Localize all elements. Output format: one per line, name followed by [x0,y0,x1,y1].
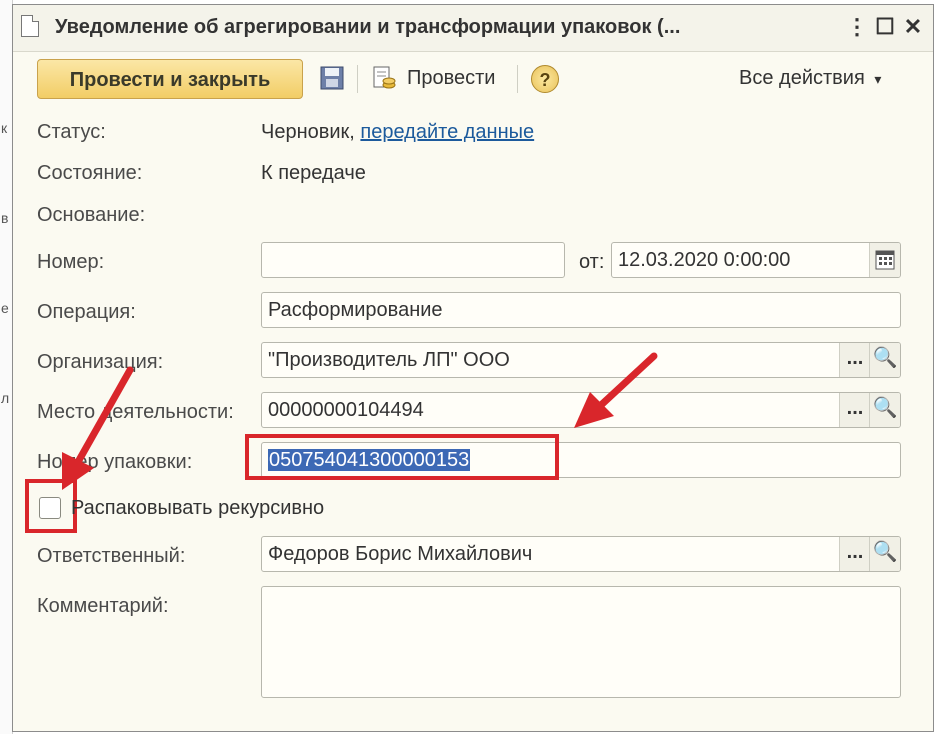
place-value: 00000000104494 [268,399,424,421]
save-icon[interactable] [319,65,345,91]
highlight-box [245,434,559,480]
responsible-choose-button[interactable]: ... [839,537,870,571]
strip-glyph: е [1,300,9,316]
organization-label: Организация: [37,351,164,373]
organization-value: "Производитель ЛП" ООО [268,349,510,371]
organization-choose-button[interactable]: ... [839,343,870,377]
maximize-button[interactable]: ☐ [871,13,899,41]
strip-glyph: л [1,390,10,406]
window-title: Уведомление об агрегировании и трансформ… [55,16,681,38]
number-label: Номер: [37,251,105,273]
search-icon[interactable]: 🔍 [869,393,900,427]
place-label: Место деятельности: [37,401,234,423]
unpack-recursive-label: Распаковывать рекурсивно [71,497,325,519]
window-menu-button[interactable]: ⋮ [843,13,871,41]
search-icon[interactable]: 🔍 [869,537,900,571]
number-field[interactable] [261,242,565,278]
command-bar: Провести и закрыть Провести ? Все действ… [13,51,933,107]
date-value: 12.03.2020 0:00:00 [618,249,791,271]
place-field[interactable]: 00000000104494 ... 🔍 [261,392,901,428]
state-value: К передаче [261,162,366,184]
post-icon[interactable] [371,65,397,91]
chevron-down-icon: ▾ [874,71,882,87]
date-from-label: от: [579,251,605,273]
highlight-box [25,479,77,533]
help-icon[interactable]: ? [531,65,559,93]
search-icon[interactable]: 🔍 [869,343,900,377]
post-and-close-button[interactable]: Провести и закрыть [37,59,303,99]
strip-glyph: в [1,210,9,226]
toolbar-separator [357,65,358,93]
state-label: Состояние: [37,162,143,184]
comment-label: Комментарий: [37,595,169,617]
all-actions-menu[interactable]: Все действия ▾ [739,67,881,90]
close-button[interactable]: ✕ [899,13,927,41]
document-window: Уведомление об агрегировании и трансформ… [12,4,934,732]
status-label: Статус: [37,121,106,143]
responsible-value: Федоров Борис Михайлович [268,543,533,565]
responsible-label: Ответственный: [37,545,186,567]
status-text: Черновик, [261,121,355,143]
place-choose-button[interactable]: ... [839,393,870,427]
operation-field[interactable]: Расформирование [261,292,901,328]
status-value: Черновик, передайте данные [261,121,534,144]
organization-field[interactable]: "Производитель ЛП" ООО ... 🔍 [261,342,901,378]
strip-glyph: к [1,120,8,136]
date-field[interactable]: 12.03.2020 0:00:00 [611,242,901,278]
post-button[interactable]: Провести [407,67,495,90]
calendar-icon[interactable] [869,243,900,277]
send-data-link[interactable]: передайте данные [360,121,534,143]
operation-label: Операция: [37,301,136,323]
title-bar[interactable]: Уведомление об агрегировании и трансформ… [13,5,933,52]
comment-field[interactable] [261,586,901,698]
document-icon [21,15,39,37]
basis-label: Основание: [37,204,146,226]
package-number-label: Номер упаковки: [37,451,193,473]
responsible-field[interactable]: Федоров Борис Михайлович ... 🔍 [261,536,901,572]
all-actions-label: Все действия [739,67,865,89]
toolbar-separator [517,65,518,93]
